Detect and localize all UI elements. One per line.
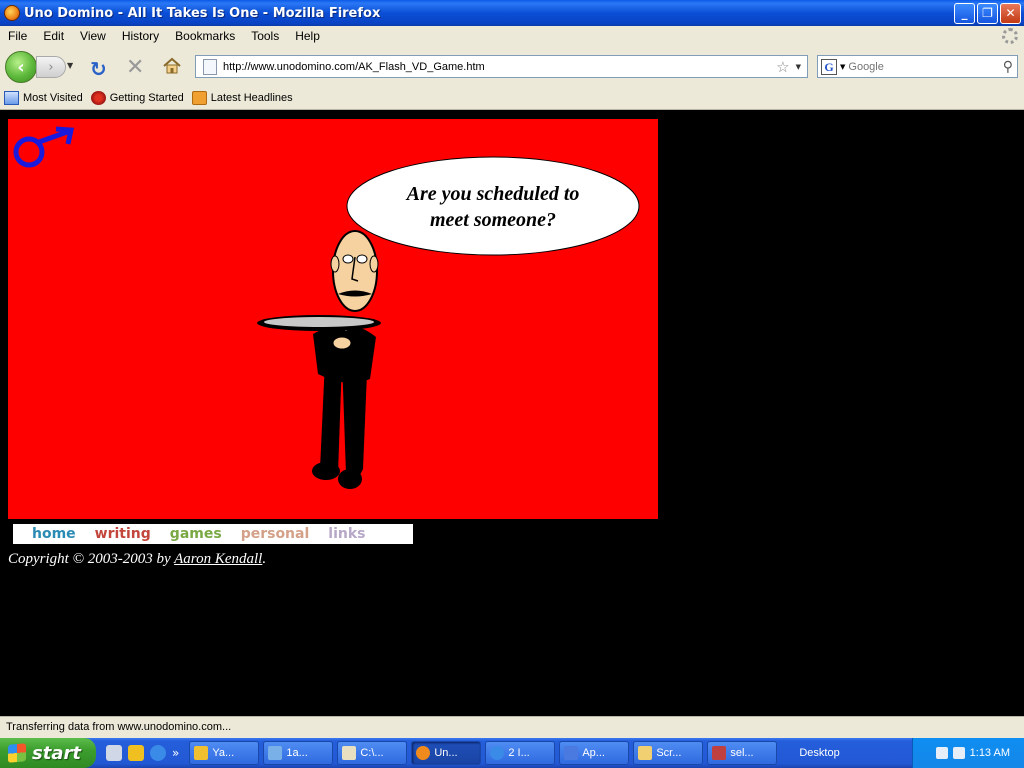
google-engine-icon[interactable]: G: [821, 58, 837, 75]
forward-button[interactable]: ›: [36, 56, 66, 78]
url-input[interactable]: [223, 60, 777, 73]
page-content: Are you scheduled to meet someone? home …: [0, 111, 1024, 716]
speech-text: Are you scheduled to meet someone?: [406, 183, 580, 231]
start-label: start: [32, 742, 81, 764]
bookmarks-toolbar: Most Visited Getting Started Latest Head…: [0, 86, 1024, 110]
back-arrow-icon: ‹: [17, 56, 25, 78]
getting-started-icon: [90, 90, 106, 105]
menu-view[interactable]: View: [72, 29, 114, 43]
menu-file[interactable]: File: [0, 29, 35, 43]
task-label: Ya...: [212, 747, 235, 759]
back-button[interactable]: ‹: [5, 51, 37, 83]
task-label: Scr...: [656, 747, 682, 759]
task-button[interactable]: 1a...: [263, 741, 334, 765]
copyright-suffix: .: [262, 551, 267, 567]
internet-explorer-icon[interactable]: [150, 745, 166, 761]
task-label: C:\...: [360, 747, 384, 759]
task-label: Ap...: [582, 747, 605, 759]
minimize-button[interactable]: _: [954, 2, 975, 24]
nav-link-writing[interactable]: writing: [95, 526, 151, 542]
windows-logo-icon: [8, 743, 26, 763]
bookmark-label: Most Visited: [23, 91, 83, 104]
nav-link-personal[interactable]: personal: [241, 526, 310, 542]
site-navigation: home writing games personal links: [13, 524, 413, 544]
task-label: 1a...: [286, 747, 308, 759]
windows-taskbar: start » Ya... 1a... C:\... Un... 2 I... …: [0, 738, 1024, 768]
clock: 1:13 AM: [969, 747, 1010, 759]
maximize-button[interactable]: ❐: [977, 2, 998, 24]
bookmark-label: Latest Headlines: [210, 91, 293, 104]
task-label: sel...: [730, 747, 754, 759]
task-button-group[interactable]: 2 I...: [485, 741, 556, 765]
bookmark-label: Getting Started: [109, 91, 184, 104]
nav-link-games[interactable]: games: [170, 526, 222, 542]
task-button[interactable]: C:\...: [337, 741, 408, 765]
menu-bar: File Edit View History Bookmarks Tools H…: [0, 26, 1024, 46]
stop-icon[interactable]: ✕: [126, 55, 144, 80]
task-button-active[interactable]: Un...: [411, 741, 482, 765]
task-button[interactable]: Ap...: [559, 741, 630, 765]
task-label: Un...: [434, 747, 458, 759]
most-visited-icon: [4, 90, 19, 105]
task-icon: [194, 746, 209, 760]
history-dropdown-icon[interactable]: ▼: [67, 61, 73, 70]
task-button[interactable]: sel...: [707, 741, 778, 765]
bookmark-latest-headlines[interactable]: Latest Headlines: [191, 90, 293, 105]
menu-history[interactable]: History: [114, 29, 167, 43]
close-button[interactable]: ✕: [1000, 2, 1021, 24]
desktop-toolbar-label[interactable]: Desktop: [799, 747, 839, 759]
window-titlebar: Uno Domino - All It Takes Is One - Mozil…: [0, 0, 1024, 26]
task-button[interactable]: Ya...: [189, 741, 260, 765]
quick-launch-more-icon[interactable]: »: [172, 746, 179, 760]
firefox-logo-icon: [4, 5, 20, 21]
search-input[interactable]: [848, 60, 1003, 73]
nav-link-home[interactable]: home: [32, 526, 76, 542]
author-link[interactable]: Aaron Kendall: [174, 551, 262, 567]
menu-bookmarks[interactable]: Bookmarks: [167, 29, 243, 43]
menu-edit[interactable]: Edit: [35, 29, 72, 43]
engine-dropdown-icon[interactable]: ▼: [840, 63, 845, 71]
task-icon: [342, 746, 357, 760]
nav-link-links[interactable]: links: [328, 526, 365, 542]
quick-launch: »: [106, 745, 179, 761]
flash-scene: [13, 126, 640, 489]
bookmark-getting-started[interactable]: Getting Started: [90, 90, 184, 105]
task-icon: [712, 746, 727, 760]
system-tray: 1:13 AM: [912, 738, 1024, 768]
task-icon: [564, 746, 579, 760]
start-button[interactable]: start: [0, 738, 96, 768]
flash-game[interactable]: Are you scheduled to meet someone?: [8, 119, 658, 519]
aim-icon[interactable]: [128, 745, 144, 761]
copyright-notice: Copyright © 2003-2003 by Aaron Kendall.: [8, 551, 266, 568]
tray-icon[interactable]: [952, 747, 965, 759]
page-icon: [203, 58, 217, 75]
search-icon[interactable]: ⚲: [1003, 59, 1013, 75]
menu-help[interactable]: Help: [287, 29, 328, 43]
waiter-character: [257, 230, 381, 489]
male-symbol-icon: [13, 126, 75, 168]
bookmark-star-icon[interactable]: ☆: [776, 58, 789, 76]
menu-tools[interactable]: Tools: [243, 29, 287, 43]
copyright-prefix: Copyright © 2003-2003 by: [8, 551, 175, 567]
task-icon: [490, 746, 505, 760]
tray-icon[interactable]: [935, 747, 948, 759]
firefox-task-icon: [416, 746, 431, 760]
url-dropdown-icon[interactable]: ▼: [796, 63, 801, 71]
bookmark-most-visited[interactable]: Most Visited: [4, 90, 83, 105]
rss-feed-icon: [191, 90, 207, 105]
task-button[interactable]: Scr...: [633, 741, 704, 765]
search-bar[interactable]: G ▼ ⚲: [817, 55, 1018, 78]
throbber-icon: [1002, 28, 1018, 44]
show-desktop-icon[interactable]: [106, 745, 122, 761]
window-title: Uno Domino - All It Takes Is One - Mozil…: [24, 5, 381, 21]
task-icon: [268, 746, 283, 760]
reload-icon[interactable]: ↻: [90, 57, 107, 81]
url-bar[interactable]: ☆ ▼: [195, 55, 808, 78]
forward-arrow-icon: ›: [48, 59, 54, 75]
folder-task-icon: [638, 746, 653, 760]
status-bar: Transferring data from www.unodomino.com…: [0, 716, 1024, 738]
task-label: 2 I...: [508, 747, 530, 759]
home-icon[interactable]: [162, 56, 182, 76]
